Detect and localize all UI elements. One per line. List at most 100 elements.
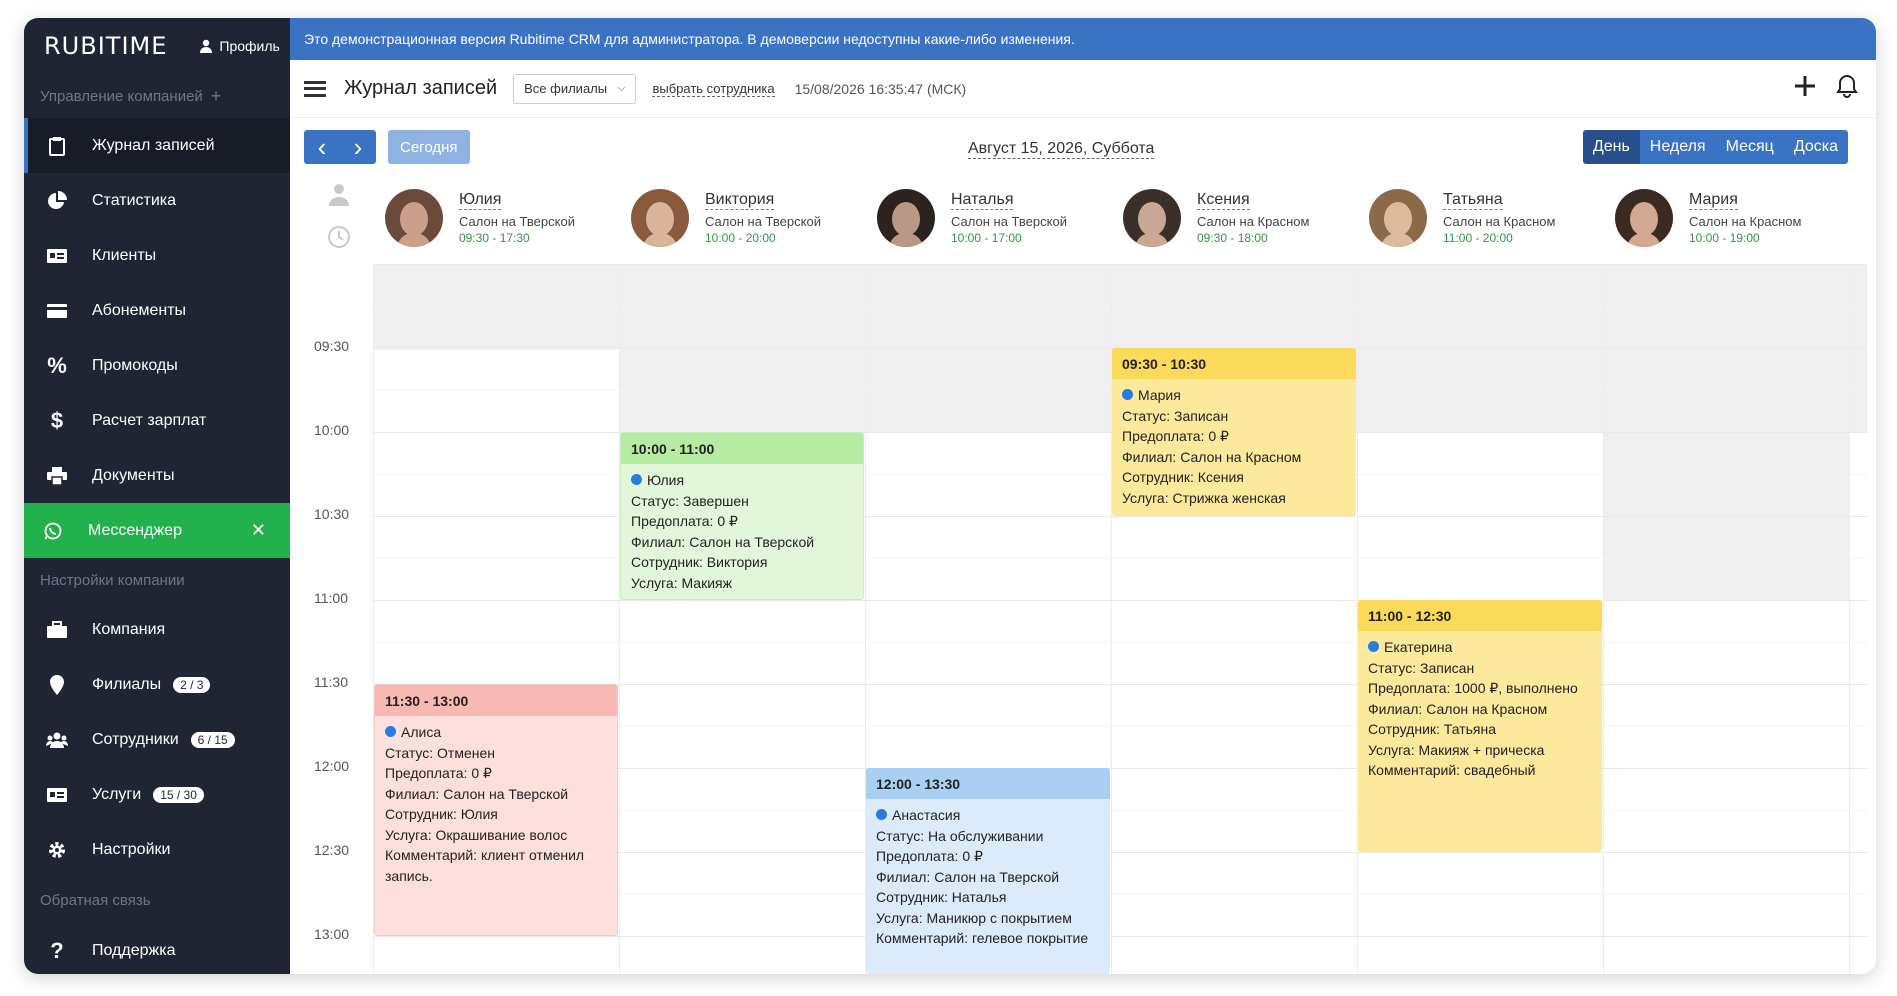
view-board-button[interactable]: Доска	[1783, 130, 1848, 164]
clipboard-icon	[46, 135, 68, 157]
profile-link[interactable]: Профиль	[199, 38, 280, 54]
main-area: Это демонстрационная версия Rubitime CRM…	[290, 18, 1876, 974]
staff-branch: Салон на Тверской	[951, 214, 1067, 229]
appointment-detail: Филиал: Салон на Тверской	[876, 868, 1060, 885]
current-date-label[interactable]: Август 15, 2026, Суббота	[968, 140, 1155, 159]
sidebar-item-clients[interactable]: Клиенты	[24, 228, 290, 283]
sidebar-item-subscriptions[interactable]: Абонементы	[24, 283, 290, 338]
staff-name[interactable]: Юлия	[459, 191, 502, 210]
time-label: 10:00	[314, 422, 350, 438]
view-day-button[interactable]: День	[1582, 130, 1640, 164]
appointment-detail: Сотрудник: Виктория	[631, 554, 768, 570]
staff-name[interactable]: Мария	[1689, 191, 1738, 210]
client-name: Мария	[1122, 385, 1346, 406]
bell-icon[interactable]	[1836, 74, 1858, 98]
chevron-left-icon: ‹	[317, 132, 327, 162]
staff-name[interactable]: Ксения	[1197, 191, 1250, 210]
avatar[interactable]	[1615, 189, 1673, 247]
staff-name[interactable]: Татьяна	[1443, 191, 1503, 210]
sidebar-item-branches[interactable]: Филиалы 2 / 3	[24, 657, 290, 712]
status-dot	[876, 809, 887, 820]
client-name: Анастасия	[876, 805, 1100, 826]
today-button[interactable]: Сегодня	[388, 130, 470, 164]
staff-column-header: Ксения Салон на Красном 09:30 - 18:00	[1111, 172, 1357, 264]
sidebar-item-label: Статистика	[92, 191, 177, 209]
sidebar-item-label: Настройки	[92, 840, 171, 858]
status-dot	[1368, 641, 1379, 652]
menu-icon[interactable]	[304, 80, 326, 97]
status-dot	[1122, 389, 1133, 400]
avatar[interactable]	[1369, 189, 1427, 247]
client-name: Юлия	[631, 470, 853, 491]
avatar[interactable]	[1123, 189, 1181, 247]
employees-count-badge: 6 / 15	[190, 731, 235, 748]
sidebar-item-support[interactable]: ? Поддержка	[24, 923, 290, 974]
appointment-detail: Статус: Записан	[1368, 659, 1475, 676]
appointment-detail: Предоплата: 0 ₽	[385, 765, 492, 781]
avatar[interactable]	[877, 189, 935, 247]
briefcase-icon	[46, 619, 68, 641]
staff-column-header: Юлия Салон на Тверской 09:30 - 17:30	[373, 172, 619, 264]
select-employee-link[interactable]: выбрать сотрудника	[652, 81, 775, 97]
appointment-time: 11:30 - 13:00	[375, 685, 617, 716]
staff-name[interactable]: Виктория	[705, 191, 775, 210]
time-label: 11:30	[314, 674, 348, 690]
sidebar-item-settings[interactable]: Настройки	[24, 822, 290, 877]
appointment-detail: Сотрудник: Ксения	[1122, 469, 1244, 485]
sidebar-item-documents[interactable]: Документы	[24, 448, 290, 503]
view-switcher: День Неделя Месяц Доска	[1582, 130, 1848, 164]
view-week-button[interactable]: Неделя	[1639, 130, 1716, 164]
sidebar-item-label: Журнал записей	[92, 136, 215, 154]
appointment-detail: Предоплата: 1000 ₽, выполнено	[1368, 680, 1578, 696]
branch-select[interactable]: Все филиалы ⌵	[513, 73, 637, 104]
avatar[interactable]	[385, 189, 443, 247]
avatar[interactable]	[631, 189, 689, 247]
users-icon	[46, 729, 68, 751]
appointment-detail: Услуга: Макияж + прическа	[1368, 741, 1545, 758]
client-name-text: Алиса	[401, 724, 442, 740]
sidebar-item-label: Промокоды	[92, 356, 178, 374]
grid-line	[373, 264, 1867, 265]
staff-hours: 09:30 - 18:00	[1197, 231, 1268, 245]
time-grid: 09:30 10:00 10:30 11:00 11:30 12:00 12:30 13:00…	[290, 264, 1876, 974]
sidebar-item-promocodes[interactable]: % Промокоды	[24, 338, 290, 393]
grid-line	[373, 936, 1867, 937]
staff-hours: 09:30 - 17:30	[459, 231, 530, 245]
column-divider	[619, 264, 620, 974]
view-month-button[interactable]: Месяц	[1715, 130, 1784, 164]
pie-chart-icon	[46, 190, 68, 212]
appointment-card[interactable]: 12:00 - 13:30 Анастасия Статус: На обслужи…	[866, 768, 1110, 974]
staff-name[interactable]: Наталья	[951, 191, 1014, 210]
profile-label: Профиль	[219, 38, 280, 54]
time-label: 10:30	[314, 506, 350, 522]
logo[interactable]: RUBITIME	[44, 32, 167, 60]
client-name-text: Юлия	[647, 472, 685, 488]
column-divider	[1849, 264, 1850, 974]
appointment-card[interactable]: 11:30 - 13:00 Алиса Статус: Отменен Предопл…	[374, 684, 618, 936]
plus-icon[interactable]	[1794, 75, 1816, 97]
next-day-button[interactable]: ›	[340, 130, 376, 164]
close-icon[interactable]: ✕	[251, 520, 266, 541]
sidebar-item-employees[interactable]: Сотрудники 6 / 15	[24, 712, 290, 767]
staff-hours: 10:00 - 19:00	[1689, 231, 1760, 245]
credit-card-icon	[46, 300, 68, 322]
section-company-label: Управление компанией	[40, 87, 203, 105]
sidebar-item-salary[interactable]: $ Расчет зарплат	[24, 393, 290, 448]
section-settings: Настройки компании	[24, 558, 290, 602]
sidebar-item-statistics[interactable]: Статистика	[24, 173, 290, 228]
appointment-card[interactable]: 11:00 - 12:30 Екатерина Статус: Записан Пре…	[1358, 600, 1602, 852]
appointment-card[interactable]: 10:00 - 11:00 Юлия Статус: Завершен Предопл…	[620, 432, 864, 600]
sidebar-item-services[interactable]: Услуги 15 / 30	[24, 767, 290, 822]
time-label: 13:00	[314, 926, 350, 942]
appointment-card[interactable]: 09:30 - 10:30 Мария Статус: Записан Предопл…	[1112, 348, 1356, 516]
add-company-button[interactable]: +	[211, 86, 222, 107]
sidebar-item-label: Сотрудники	[92, 730, 179, 748]
sidebar-item-journal[interactable]: Журнал записей	[24, 118, 290, 173]
prev-day-button[interactable]: ‹	[304, 130, 340, 164]
sidebar: RUBITIME Профиль Управление компанией + …	[24, 18, 290, 974]
sidebar-item-label: Компания	[92, 620, 166, 638]
time-label: 12:30	[314, 842, 350, 858]
sidebar-item-company[interactable]: Компания	[24, 602, 290, 657]
printer-icon	[46, 465, 68, 487]
sidebar-item-messenger[interactable]: Мессенджер ✕	[24, 503, 290, 558]
